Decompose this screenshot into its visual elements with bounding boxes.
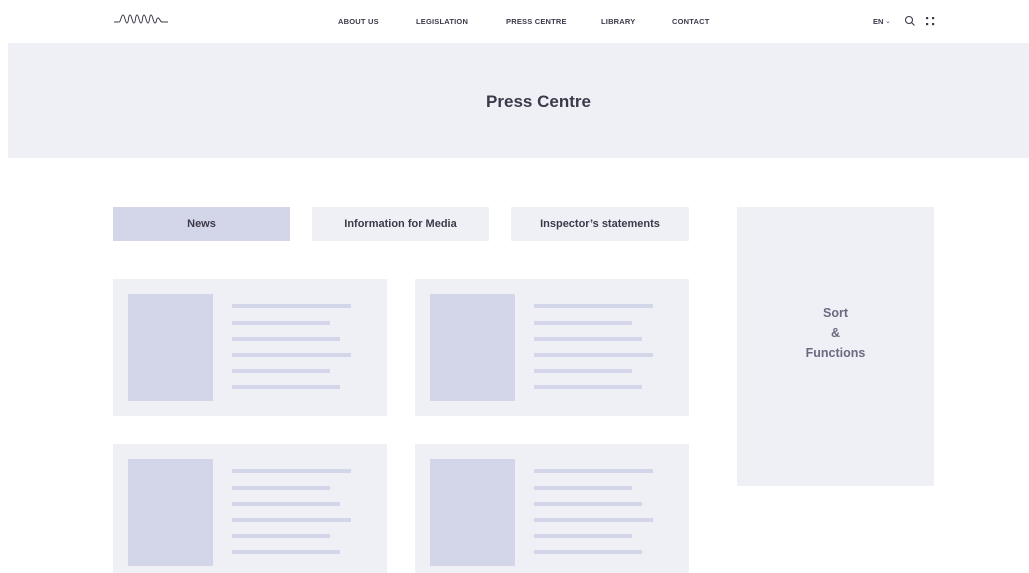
chevron-down-icon: ⌄ bbox=[885, 19, 891, 25]
text-placeholder-line bbox=[232, 534, 330, 538]
news-card-thumbnail bbox=[430, 459, 515, 566]
text-placeholder-line bbox=[232, 469, 351, 473]
text-placeholder-line bbox=[534, 486, 632, 490]
grid-menu-icon[interactable] bbox=[926, 17, 935, 26]
text-placeholder-line bbox=[232, 550, 340, 554]
text-placeholder-line bbox=[232, 304, 351, 308]
nav-library[interactable]: LIBRARY bbox=[601, 17, 635, 26]
text-placeholder-line bbox=[232, 502, 340, 506]
text-placeholder-line bbox=[534, 337, 642, 341]
text-placeholder-line bbox=[232, 385, 340, 389]
sidebar-label-functions: Functions bbox=[805, 345, 866, 360]
news-card[interactable] bbox=[415, 444, 689, 573]
site-header: ABOUT US LEGISLATION PRESS CENTRE LIBRAR… bbox=[0, 0, 1029, 43]
news-card-thumbnail bbox=[128, 294, 213, 401]
text-placeholder-line bbox=[534, 353, 653, 357]
text-placeholder-line bbox=[534, 321, 632, 325]
nav-legislation[interactable]: LEGISLATION bbox=[416, 17, 468, 26]
text-placeholder-line bbox=[232, 353, 351, 357]
nav-contact[interactable]: CONTACT bbox=[672, 17, 710, 26]
nav-about-us[interactable]: ABOUT US bbox=[338, 17, 379, 26]
sidebar-label-sort: Sort bbox=[823, 305, 848, 320]
tab-news[interactable]: News bbox=[113, 207, 290, 241]
news-card[interactable] bbox=[113, 279, 387, 416]
text-placeholder-line bbox=[534, 502, 642, 506]
text-placeholder-line bbox=[534, 550, 642, 554]
text-placeholder-line bbox=[534, 369, 632, 373]
text-placeholder-line bbox=[534, 385, 642, 389]
language-selector[interactable]: EN ⌄ bbox=[873, 17, 890, 26]
news-card-thumbnail bbox=[128, 459, 213, 566]
news-card[interactable] bbox=[415, 279, 689, 416]
hero-banner: Press Centre bbox=[8, 43, 1029, 158]
news-card[interactable] bbox=[113, 444, 387, 573]
text-placeholder-line bbox=[534, 304, 653, 308]
nav-press-centre[interactable]: PRESS CENTRE bbox=[506, 17, 567, 26]
page-title: Press Centre bbox=[486, 91, 591, 111]
text-placeholder-line bbox=[534, 469, 653, 473]
text-placeholder-line bbox=[232, 486, 330, 490]
text-placeholder-line bbox=[232, 321, 330, 325]
sort-and-functions-panel[interactable]: Sort & Functions bbox=[737, 207, 934, 486]
tab-inspectors-statements[interactable]: Inspector’s statements bbox=[511, 207, 689, 241]
sidebar-label-ampersand: & bbox=[830, 325, 841, 340]
text-placeholder-line bbox=[232, 337, 340, 341]
logo[interactable] bbox=[113, 10, 169, 30]
text-placeholder-line bbox=[232, 369, 330, 373]
text-placeholder-line bbox=[534, 534, 632, 538]
news-card-thumbnail bbox=[430, 294, 515, 401]
tab-information-for-media[interactable]: Information for Media bbox=[312, 207, 489, 241]
search-icon[interactable] bbox=[904, 15, 916, 27]
text-placeholder-line bbox=[534, 518, 653, 522]
language-label: EN bbox=[873, 17, 884, 26]
text-placeholder-line bbox=[232, 518, 351, 522]
